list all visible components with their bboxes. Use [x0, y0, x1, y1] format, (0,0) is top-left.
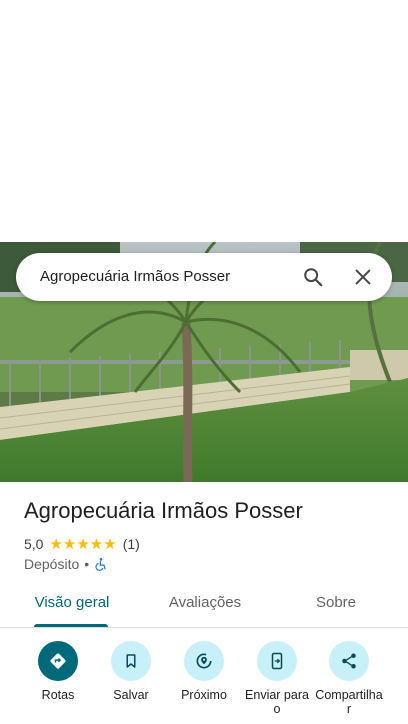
separator-dot: • [84, 556, 90, 572]
directions-icon [38, 641, 78, 681]
star-rating-icon: ★★★★★ [49, 536, 117, 553]
category-row: Depósito • [24, 556, 108, 572]
directions-label: Rotas [41, 688, 75, 702]
send-to-phone-icon [257, 641, 297, 681]
directions-button[interactable]: Rotas [23, 641, 93, 702]
nearby-label: Próximo [181, 688, 227, 702]
tab-bar: Visão geral Avaliações Sobre [0, 583, 408, 628]
tab-reviews[interactable]: Avaliações [155, 583, 255, 627]
nearby-button[interactable]: Próximo [169, 641, 239, 702]
save-button[interactable]: Salvar [96, 641, 166, 702]
rating-value: 5,0 [24, 536, 44, 552]
tab-overview[interactable]: Visão geral [24, 583, 120, 627]
place-category: Depósito [24, 556, 80, 572]
share-icon [329, 641, 369, 681]
wheelchair-accessible-icon [95, 558, 106, 571]
search-bar[interactable]: Agropecuária Irmãos Posser [16, 253, 392, 301]
review-count[interactable]: (1) [123, 536, 140, 552]
place-title: Agropecuária Irmãos Posser [24, 498, 303, 523]
search-icon[interactable] [302, 266, 324, 288]
close-icon[interactable] [352, 266, 374, 288]
nearby-icon [184, 641, 224, 681]
save-label: Salvar [113, 688, 149, 702]
bookmark-icon [111, 641, 151, 681]
tab-selected-indicator [34, 624, 108, 627]
share-label: Compartilha r [315, 688, 383, 716]
send-to-phone-label: Enviar para o [245, 688, 309, 716]
share-button[interactable]: Compartilha r [314, 641, 384, 716]
tab-about[interactable]: Sobre [300, 583, 372, 627]
map-area-blank [0, 0, 408, 242]
send-to-phone-button[interactable]: Enviar para o [242, 641, 312, 716]
search-input[interactable]: Agropecuária Irmãos Posser [40, 253, 230, 301]
rating-row[interactable]: 5,0 ★★★★★ (1) [24, 535, 140, 553]
